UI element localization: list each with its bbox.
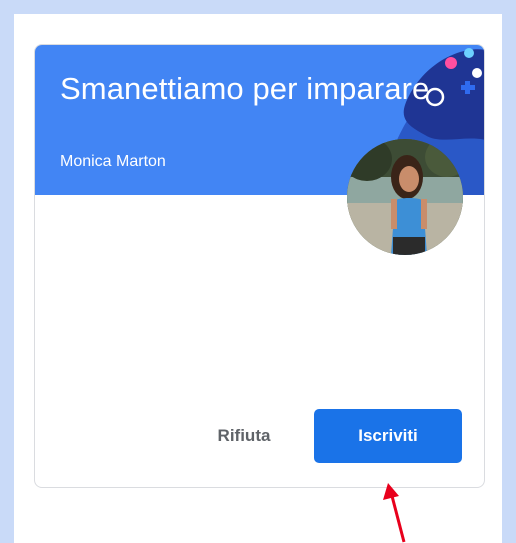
annotation-arrow [383,483,406,543]
teacher-avatar [347,139,463,255]
decline-button[interactable]: Rifiuta [203,409,285,463]
class-invitation-card: Smanettiamo per imparare Monica Marton R… [34,44,485,488]
teacher-name: Monica Marton [60,153,166,170]
class-title[interactable]: Smanettiamo per imparare [60,71,429,107]
join-button[interactable]: Iscriviti [314,409,462,463]
